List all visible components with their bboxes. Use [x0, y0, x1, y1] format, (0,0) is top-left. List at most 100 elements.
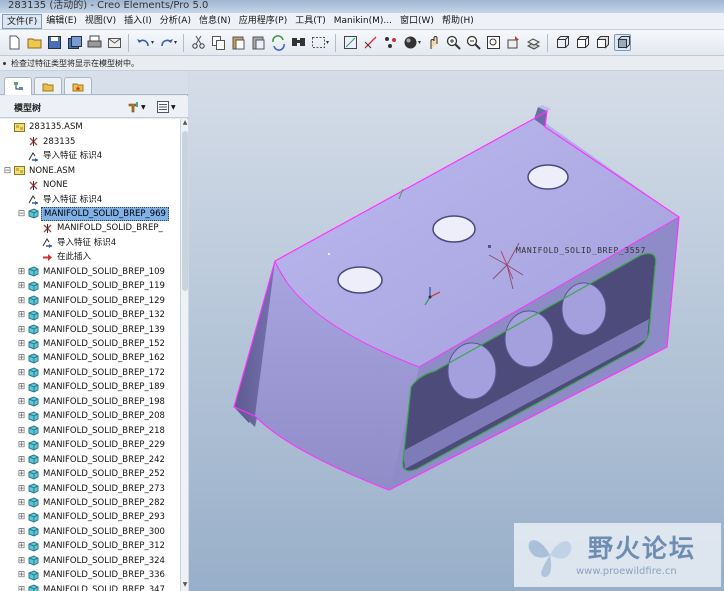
expand-icon[interactable]: ⊞	[17, 498, 26, 508]
menu-edit[interactable]: 编辑(E)	[42, 14, 81, 29]
datum-display-button[interactable]	[342, 34, 359, 51]
folder-browser-tab[interactable]	[34, 77, 62, 94]
expand-icon[interactable]: ⊞	[17, 426, 26, 436]
model-tree-row[interactable]: NONE	[0, 178, 180, 193]
model-tree-row[interactable]: ⊞ MANIFOLD_SOLID_BREP_162	[0, 351, 180, 366]
menu-help[interactable]: 帮助(H)	[438, 14, 478, 29]
spin-center-button[interactable]	[425, 34, 442, 51]
model-tree-row[interactable]: 导入特征 标识4	[0, 236, 180, 251]
menu-analysis[interactable]: 分析(A)	[156, 14, 195, 29]
redo-button[interactable]	[158, 34, 175, 51]
model-tree-row[interactable]: ⊞ MANIFOLD_SOLID_BREP_129	[0, 293, 180, 308]
favorites-tab[interactable]	[64, 77, 92, 94]
menu-file[interactable]: 文件(F)	[2, 13, 43, 29]
model-tree-row[interactable]: ⊞ MANIFOLD_SOLID_BREP_152	[0, 337, 180, 352]
paste-special-button[interactable]	[250, 34, 267, 51]
paste-button[interactable]	[230, 34, 247, 51]
menu-info[interactable]: 信息(N)	[195, 14, 235, 29]
scroll-up-arrow-icon[interactable]: ▲	[181, 119, 189, 129]
model-tree-row[interactable]: ⊟ MANIFOLD_SOLID_BREP_969	[0, 206, 180, 222]
saved-views-button[interactable]	[525, 34, 542, 51]
cut-button[interactable]	[190, 34, 207, 51]
expand-icon[interactable]: ⊞	[17, 527, 26, 537]
axis-display-button[interactable]	[362, 34, 379, 51]
collapse-icon[interactable]: ⊟	[17, 209, 26, 219]
model-tree-row[interactable]: 导入特征 标识4	[0, 192, 180, 207]
model-tree-row[interactable]: ⊞ MANIFOLD_SOLID_BREP_172	[0, 366, 180, 381]
expand-icon[interactable]: ⊞	[17, 368, 26, 378]
expand-icon[interactable]: ⊞	[17, 585, 26, 591]
model-tree-tab[interactable]	[4, 77, 32, 95]
find-button[interactable]	[290, 34, 307, 51]
menu-view[interactable]: 视图(V)	[81, 14, 120, 29]
expand-icon[interactable]: ⊞	[17, 484, 26, 494]
wireframe-button[interactable]	[554, 34, 571, 51]
point-display-button[interactable]	[382, 34, 399, 51]
model-tree-row[interactable]: 在此插入	[0, 250, 180, 265]
save-copy-button[interactable]	[66, 34, 83, 51]
model-tree-scrollbar[interactable]: ▲ ▼	[180, 119, 188, 591]
chevron-down-icon[interactable]: ▾	[418, 39, 421, 46]
model-tree-row[interactable]: ⊞ MANIFOLD_SOLID_BREP_119	[0, 279, 180, 294]
shaded-button[interactable]	[613, 34, 631, 51]
save-button[interactable]	[46, 34, 63, 51]
model-tree-row[interactable]: ⊞ MANIFOLD_SOLID_BREP_109	[0, 265, 180, 280]
model-tree-row[interactable]: ⊞ MANIFOLD_SOLID_BREP_208	[0, 409, 180, 424]
model-tree-row[interactable]: ⊞ MANIFOLD_SOLID_BREP_189	[0, 380, 180, 395]
scroll-thumb[interactable]	[182, 131, 188, 291]
expand-icon[interactable]: ⊞	[17, 382, 26, 392]
expand-icon[interactable]: ⊞	[17, 541, 26, 551]
model-tree-row[interactable]: MANIFOLD_SOLID_BREP_	[0, 221, 180, 236]
model-tree-row[interactable]: ⊞ MANIFOLD_SOLID_BREP_132	[0, 308, 180, 323]
model-tree-row[interactable]: 导入特征 标识4	[0, 149, 180, 164]
model-tree-row[interactable]: ⊞ MANIFOLD_SOLID_BREP_139	[0, 322, 180, 337]
copy-button[interactable]	[210, 34, 227, 51]
expand-icon[interactable]: ⊞	[17, 325, 26, 335]
select-box-button[interactable]	[310, 34, 327, 51]
expand-icon[interactable]: ⊞	[17, 353, 26, 363]
expand-icon[interactable]: ⊞	[17, 339, 26, 349]
model-tree-row[interactable]: ⊞ MANIFOLD_SOLID_BREP_282	[0, 496, 180, 511]
zoom-in-button[interactable]	[445, 34, 462, 51]
expand-icon[interactable]: ⊞	[17, 512, 26, 522]
model-tree-row[interactable]: ⊞ MANIFOLD_SOLID_BREP_252	[0, 467, 180, 482]
model-tree-row[interactable]: ⊞ MANIFOLD_SOLID_BREP_293	[0, 510, 180, 525]
expand-icon[interactable]: ⊞	[17, 455, 26, 465]
graphics-viewport[interactable]: MANIFOLD_SOLID_BREP_3557	[189, 71, 724, 591]
expand-icon[interactable]: ⊞	[17, 281, 26, 291]
email-button[interactable]	[106, 34, 123, 51]
tree-settings-button[interactable]: ▼	[126, 99, 146, 115]
menu-manikin[interactable]: Manikin(M)...	[330, 14, 396, 29]
model-tree-row[interactable]: ⊞ MANIFOLD_SOLID_BREP_300	[0, 525, 180, 540]
model-3d-view[interactable]: MANIFOLD_SOLID_BREP_3557	[189, 71, 724, 591]
new-file-button[interactable]	[6, 34, 23, 51]
expand-icon[interactable]: ⊞	[17, 469, 26, 479]
expand-icon[interactable]: ⊞	[17, 556, 26, 566]
refit-button[interactable]	[485, 34, 502, 51]
menu-insert[interactable]: 插入(I)	[120, 14, 156, 29]
collapse-icon[interactable]: ⊟	[3, 166, 12, 176]
no-hidden-button[interactable]	[594, 34, 611, 51]
expand-icon[interactable]: ⊞	[17, 440, 26, 450]
expand-icon[interactable]: ⊞	[17, 411, 26, 421]
scroll-down-arrow-icon[interactable]: ▼	[181, 581, 189, 591]
view-manager-button[interactable]	[505, 34, 522, 51]
model-tree-row[interactable]: 283135.ASM	[0, 120, 180, 135]
menu-applications[interactable]: 应用程序(P)	[235, 14, 291, 29]
model-tree-row[interactable]: ⊞ MANIFOLD_SOLID_BREP_273	[0, 481, 180, 496]
print-button[interactable]	[86, 34, 103, 51]
model-tree-row[interactable]: 283135	[0, 134, 180, 149]
model-tree-row[interactable]: ⊞ MANIFOLD_SOLID_BREP_312	[0, 539, 180, 554]
menu-window[interactable]: 窗口(W)	[396, 14, 438, 29]
model-tree-row[interactable]: ⊞ MANIFOLD_SOLID_BREP_347	[0, 582, 180, 591]
expand-icon[interactable]: ⊞	[17, 570, 26, 580]
expand-icon[interactable]: ⊞	[17, 310, 26, 320]
zoom-out-button[interactable]	[465, 34, 482, 51]
tree-show-button[interactable]: ▼	[156, 99, 176, 115]
model-tree-row[interactable]: ⊞ MANIFOLD_SOLID_BREP_198	[0, 395, 180, 410]
undo-button[interactable]	[135, 34, 152, 51]
expand-icon[interactable]: ⊞	[17, 267, 26, 277]
hidden-line-button[interactable]	[574, 34, 591, 51]
chevron-down-icon[interactable]: ▾	[326, 39, 329, 46]
open-folder-button[interactable]	[26, 34, 43, 51]
